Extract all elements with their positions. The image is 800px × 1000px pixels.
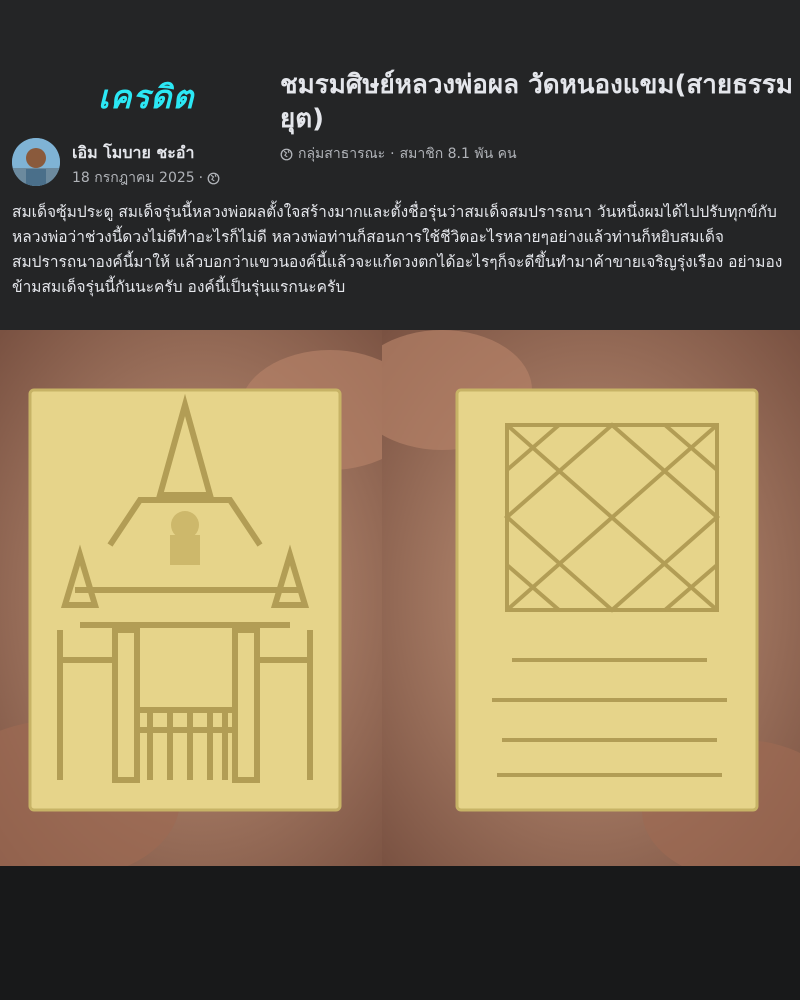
post-footer-area: [0, 866, 800, 1000]
post-date-link[interactable]: 18 กรกฎาคม 2025: [72, 167, 195, 189]
group-members: สมาชิก 8.1 พัน คน: [399, 146, 517, 162]
globe-icon: [207, 172, 220, 185]
amulet-front-photo[interactable]: [0, 330, 400, 866]
group-privacy: กลุ่มสาธารณะ: [298, 146, 386, 162]
group-name-link[interactable]: ชมรมศิษย์หลวงพ่อผล วัดหนองแขม(สายธรรมยุต…: [280, 68, 795, 136]
globe-icon: [280, 148, 293, 161]
avatar[interactable]: [12, 138, 60, 186]
meta-separator: ·: [390, 146, 395, 162]
post-text: สมเด็จซุ้มประตู สมเด็จรุ่นนี้หลวงพ่อผลตั…: [12, 203, 783, 296]
group-meta: กลุ่มสาธารณะ · สมาชิก 8.1 พัน คน: [280, 143, 517, 165]
credit-label: เครดิต: [98, 78, 195, 116]
amulet-back-photo[interactable]: [382, 330, 800, 866]
post-meta: 18 กรกฎาคม 2025 ·: [72, 167, 220, 189]
author-name-link[interactable]: เอิม โมบาย ชะอำ: [72, 141, 194, 166]
meta-separator: ·: [198, 170, 204, 186]
post-card: เครดิต ชมรมศิษย์หลวงพ่อผล วัดหนองแขม(สาย…: [0, 0, 800, 1000]
